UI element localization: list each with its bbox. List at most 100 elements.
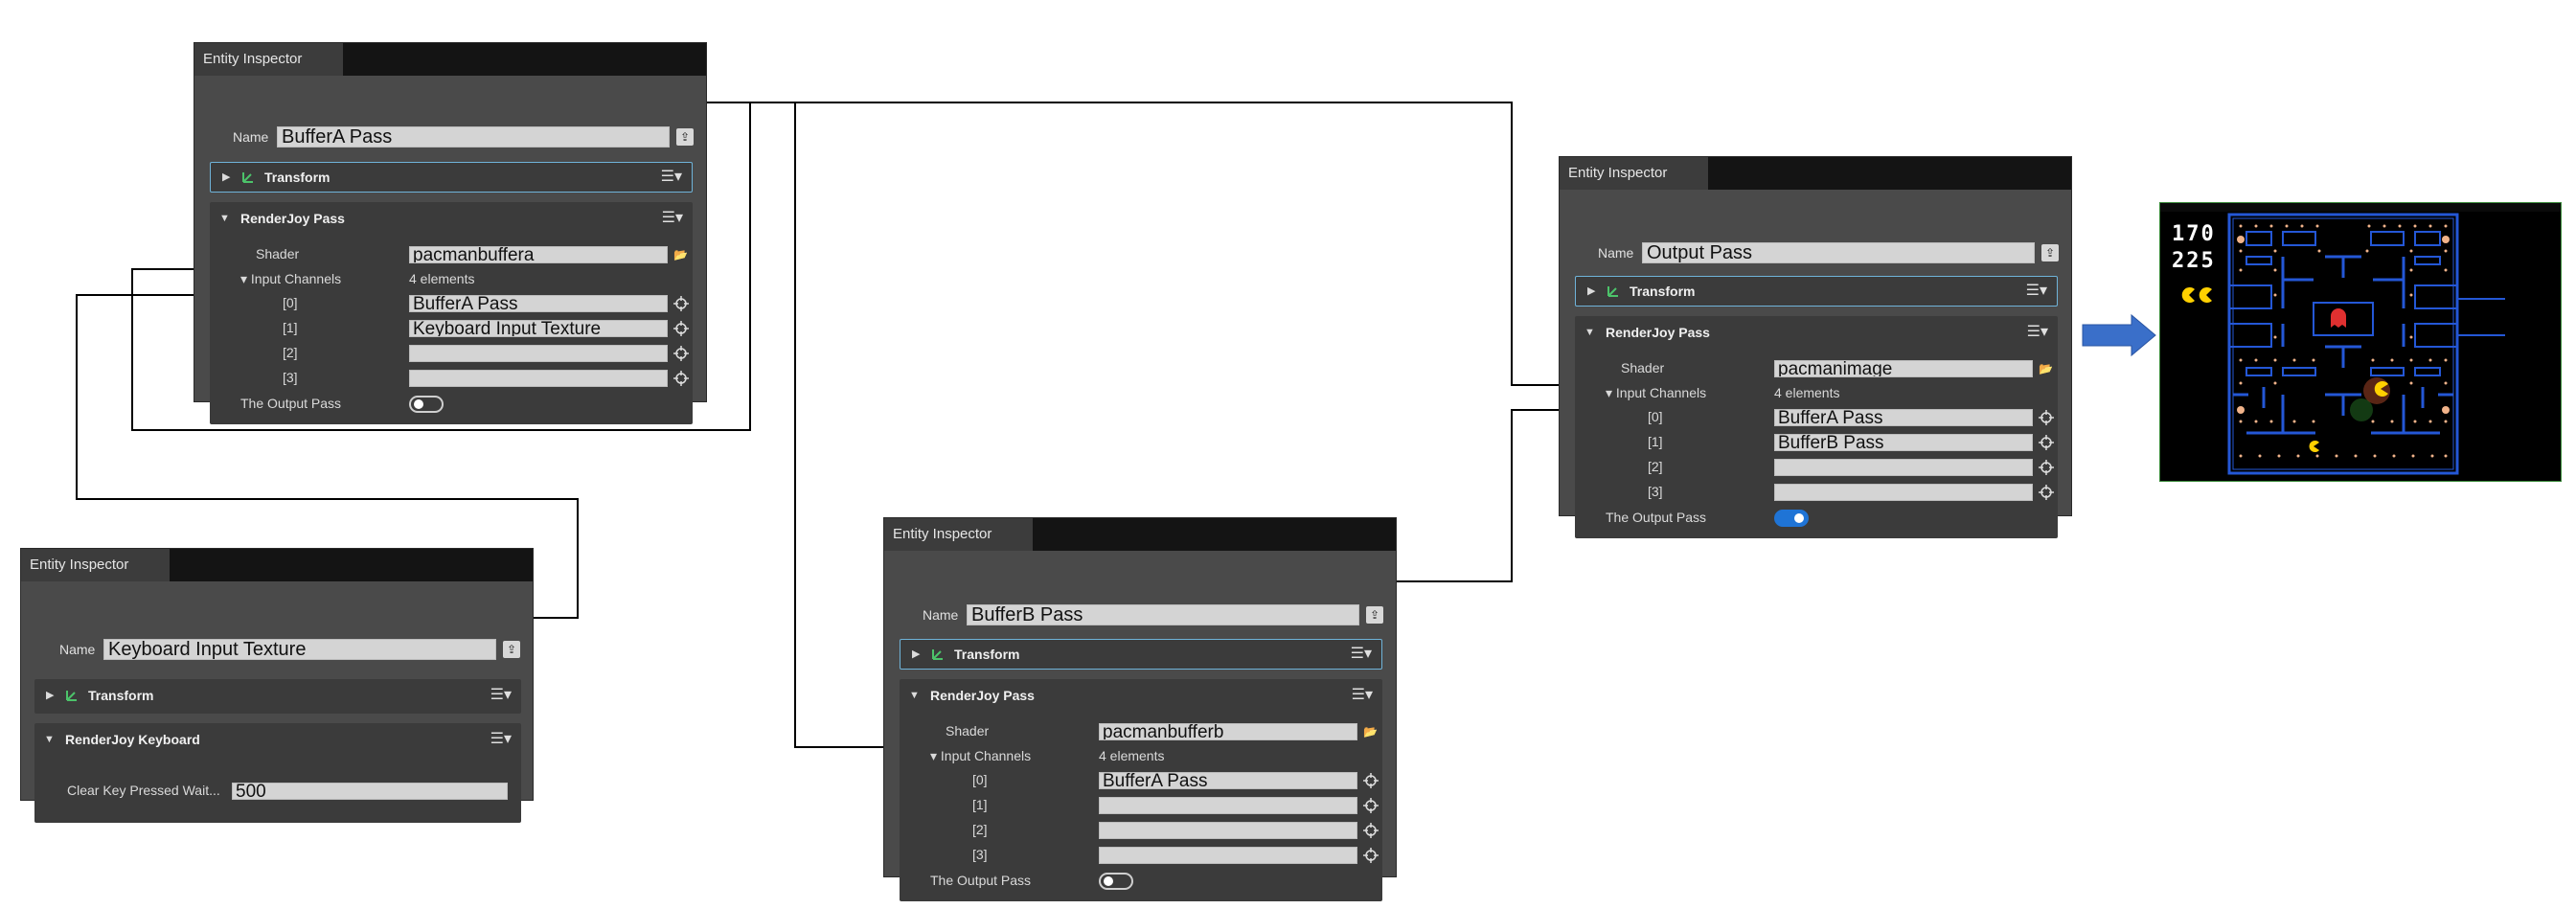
transform-title: Transform (1630, 284, 1696, 299)
component-title: RenderJoy Pass (1606, 325, 1710, 340)
inspector-header: Entity Inspector (194, 43, 706, 76)
inspector-tab[interactable]: Entity Inspector (1560, 157, 1708, 190)
channel-index: [3] (283, 370, 298, 385)
transform-axis-icon (242, 172, 253, 183)
entity-target-icon[interactable] (1363, 823, 1379, 838)
expand-caret-icon[interactable]: ▶ (46, 679, 54, 712)
section-menu-icon[interactable]: ☰▾ (1351, 640, 1372, 669)
inspector-bufferb-panel: Entity Inspector Name BufferB Pass ⇪ ▶ T… (883, 517, 1397, 901)
channel-field-1[interactable]: Keyboard Input Texture (409, 320, 668, 337)
channel-index: [2] (1648, 459, 1663, 474)
entity-target-icon[interactable] (673, 346, 689, 361)
channel-field-2[interactable] (1774, 459, 2033, 476)
input-channels-label: ▾ Input Channels (1606, 385, 1707, 400)
name-label-text: Name (923, 607, 959, 623)
entity-name-input[interactable]: Output Pass (1642, 242, 2035, 263)
entity-target-icon[interactable] (2039, 435, 2054, 450)
channels-count: 4 elements (1774, 385, 1840, 400)
folder-icon[interactable]: 📂 (673, 246, 688, 263)
shader-field[interactable]: pacmanimage (1774, 360, 2033, 377)
output-pass-label: The Output Pass (240, 396, 342, 411)
output-pass-label: The Output Pass (930, 873, 1032, 888)
channel-field-0[interactable]: BufferA Pass (409, 295, 668, 312)
ghost-icon (2331, 308, 2346, 328)
collapse-caret-icon[interactable]: ▼ (909, 679, 920, 712)
channel-field-3[interactable] (1774, 484, 2033, 501)
renderjoy-pass-section: ▼ RenderJoy Pass ☰▾ Shader pacmanimage 📂… (1575, 316, 2058, 538)
component-title: RenderJoy Keyboard (65, 732, 200, 747)
channels-count: 4 elements (409, 271, 475, 286)
section-menu-icon[interactable]: ☰▾ (2026, 277, 2047, 306)
pick-entity-icon[interactable]: ⇪ (676, 128, 694, 146)
pick-entity-icon[interactable]: ⇪ (2041, 244, 2059, 261)
output-pass-toggle[interactable] (1099, 873, 1133, 890)
entity-target-icon[interactable] (1363, 848, 1379, 863)
transform-title: Transform (88, 688, 154, 703)
entity-target-icon[interactable] (1363, 798, 1379, 813)
transform-section[interactable]: ▶ Transform ☰▾ (210, 162, 693, 193)
channel-field-1[interactable] (1099, 797, 1357, 814)
pick-entity-icon[interactable]: ⇪ (503, 641, 520, 658)
section-menu-icon[interactable]: ☰▾ (2027, 316, 2048, 349)
entity-name-input[interactable]: BufferA Pass (277, 126, 670, 148)
pipeline-diagram: Entity Inspector Name BufferA Pass ⇪ ▶ T… (0, 0, 2576, 909)
entity-target-icon[interactable] (673, 296, 689, 311)
entity-target-icon[interactable] (673, 321, 689, 336)
life-icon (2199, 287, 2212, 303)
expand-caret-icon[interactable]: ▶ (222, 163, 230, 192)
entity-name-input[interactable]: Keyboard Input Texture (103, 639, 496, 660)
expand-caret-icon[interactable]: ▶ (912, 640, 920, 669)
section-menu-icon[interactable]: ☰▾ (661, 163, 682, 192)
entity-target-icon[interactable] (1363, 773, 1379, 788)
inspector-tab[interactable]: Entity Inspector (884, 518, 1033, 551)
collapse-caret-icon[interactable]: ▼ (219, 202, 230, 235)
entity-target-icon[interactable] (673, 371, 689, 386)
channel-index: [1] (1648, 434, 1663, 449)
channel-field-2[interactable] (409, 345, 668, 362)
input-channels-label: ▾ Input Channels (240, 271, 342, 286)
pick-entity-icon[interactable]: ⇪ (1366, 606, 1383, 624)
output-pass-toggle[interactable] (409, 396, 444, 413)
name-label-text: Name (1598, 245, 1634, 261)
inspector-buffera-panel: Entity Inspector Name BufferA Pass ⇪ ▶ T… (194, 42, 707, 424)
output-pass-label: The Output Pass (1606, 510, 1707, 525)
collapse-caret-icon[interactable]: ▼ (44, 723, 55, 756)
entity-target-icon[interactable] (2039, 460, 2054, 475)
channel-field-0[interactable]: BufferA Pass (1774, 409, 2033, 426)
channel-index: [1] (972, 797, 988, 812)
shader-field[interactable]: pacmanbuffera (409, 246, 668, 263)
transform-section[interactable]: ▶ Transform ☰▾ (1575, 276, 2058, 307)
shader-label: Shader (946, 723, 990, 739)
entity-name-input[interactable]: BufferB Pass (967, 604, 1359, 625)
folder-icon[interactable]: 📂 (1363, 723, 1378, 740)
inspector-tab[interactable]: Entity Inspector (194, 43, 343, 76)
inspector-tab[interactable]: Entity Inspector (21, 549, 170, 581)
transform-title: Transform (954, 647, 1020, 662)
channel-field-0[interactable]: BufferA Pass (1099, 772, 1357, 789)
transform-title: Transform (264, 170, 331, 185)
shader-field[interactable]: pacmanbufferb (1099, 723, 1357, 740)
folder-icon[interactable]: 📂 (2039, 360, 2053, 377)
expand-caret-icon[interactable]: ▶ (1587, 277, 1595, 306)
power-pellet-icon (2237, 236, 2245, 243)
channel-index: [0] (283, 295, 298, 310)
channel-field-3[interactable] (409, 370, 668, 387)
transform-section[interactable]: ▶ Transform ☰▾ (34, 679, 521, 714)
section-menu-icon[interactable]: ☰▾ (1352, 679, 1373, 712)
shader-label: Shader (256, 246, 300, 261)
transform-axis-icon (932, 649, 943, 660)
collapse-caret-icon[interactable]: ▼ (1584, 316, 1595, 349)
entity-target-icon[interactable] (2039, 485, 2054, 500)
channel-index: [0] (1648, 409, 1663, 424)
section-menu-icon[interactable]: ☰▾ (490, 723, 512, 756)
entity-target-icon[interactable] (2039, 410, 2054, 425)
channel-field-1[interactable]: BufferB Pass (1774, 434, 2033, 451)
clear-key-input[interactable]: 500 (232, 783, 508, 800)
transform-section[interactable]: ▶ Transform ☰▾ (900, 639, 1382, 670)
channel-field-2[interactable] (1099, 822, 1357, 839)
section-menu-icon[interactable]: ☰▾ (662, 202, 683, 235)
channel-field-3[interactable] (1099, 847, 1357, 864)
section-menu-icon[interactable]: ☰▾ (490, 679, 512, 712)
output-pass-toggle[interactable] (1774, 510, 1809, 527)
clear-key-label: Clear Key Pressed Wait... (67, 783, 220, 798)
